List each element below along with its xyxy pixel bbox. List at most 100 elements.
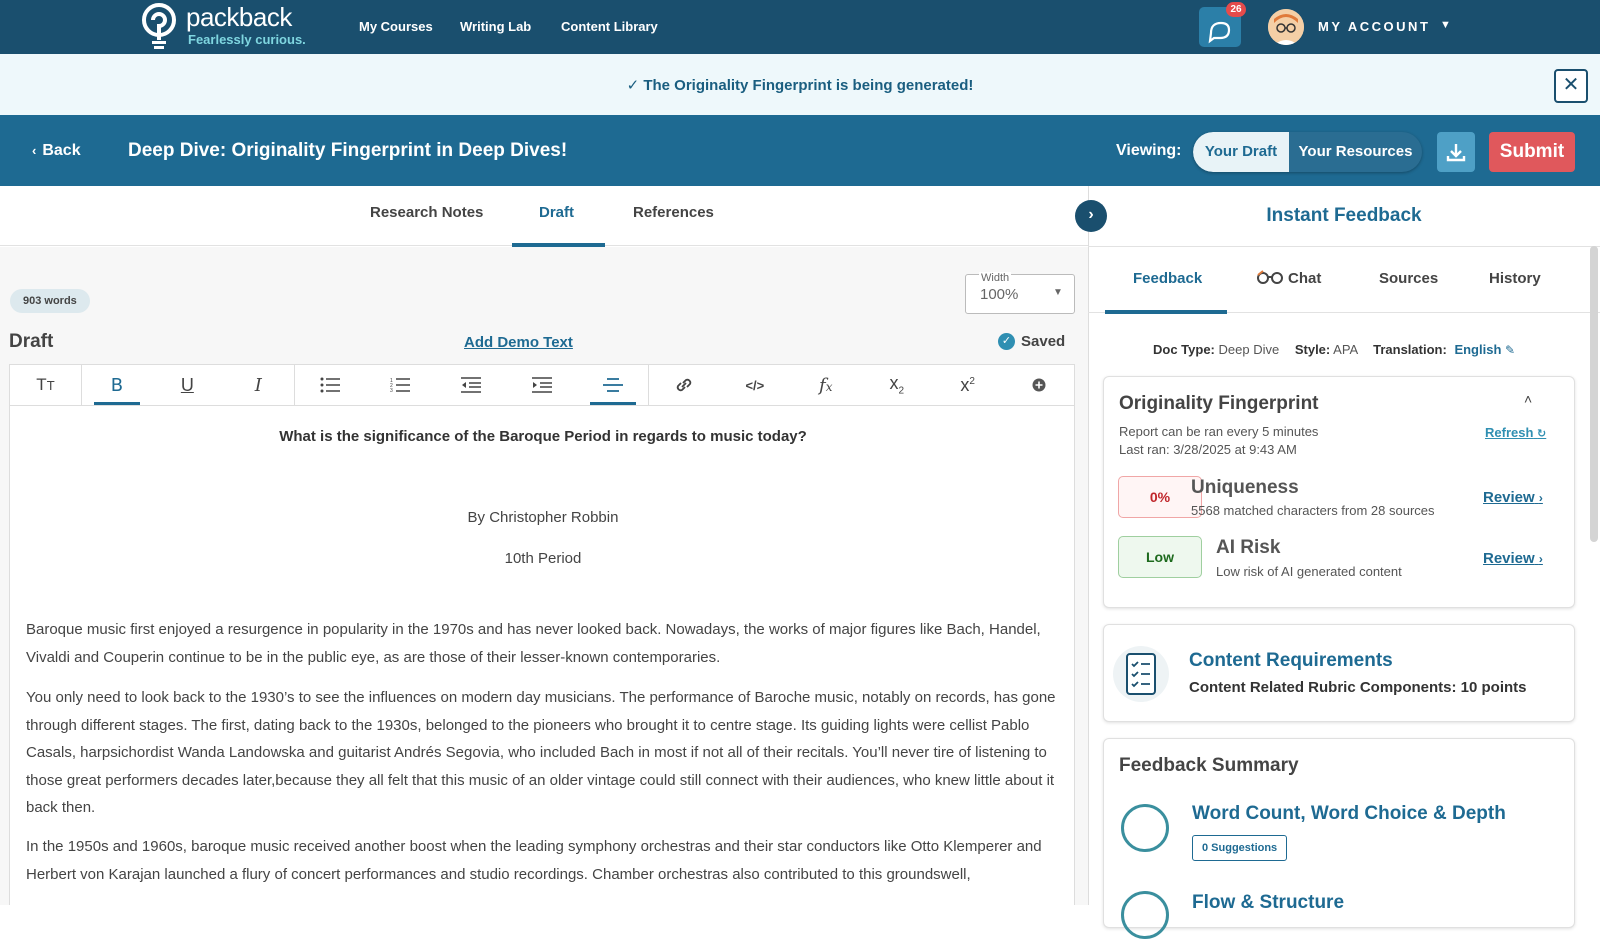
close-icon[interactable]: ✕ bbox=[1554, 69, 1588, 103]
submit-button[interactable]: Submit bbox=[1489, 132, 1575, 172]
packback-logo[interactable]: packback Fearlessly curious. bbox=[140, 3, 306, 51]
nav-content-library[interactable]: Content Library bbox=[561, 19, 658, 34]
numbered-list-icon: 123 bbox=[390, 378, 411, 393]
caret-down-icon[interactable]: ▼ bbox=[1440, 19, 1451, 31]
numbered-list-button[interactable]: 123 bbox=[365, 365, 436, 405]
tab-references[interactable]: References bbox=[633, 204, 714, 221]
tab-history[interactable]: History bbox=[1489, 270, 1541, 287]
page-title: Deep Dive: Originality Fingerprint in De… bbox=[128, 140, 568, 161]
content-requirements-detail: Content Related Rubric Components: 10 po… bbox=[1189, 679, 1527, 696]
chevron-left-icon: ‹ bbox=[32, 143, 37, 158]
status-banner: ✓ The Originality Fingerprint is being g… bbox=[0, 54, 1600, 115]
width-select-value: 100% bbox=[980, 286, 1019, 303]
pencil-icon[interactable]: ✎ bbox=[1505, 343, 1515, 357]
draft-paragraph: You only need to look back to the 1930’s… bbox=[26, 689, 1056, 816]
panel-scrollbar[interactable] bbox=[1590, 246, 1598, 542]
word-count-badge: 903 words bbox=[10, 289, 90, 313]
outdent-icon bbox=[461, 377, 482, 393]
download-icon bbox=[1446, 144, 1466, 162]
formatting-toolbar: TT B U I 123 </> fx x2 x2 bbox=[9, 364, 1075, 406]
nav-my-courses[interactable]: My Courses bbox=[359, 19, 433, 34]
refresh-button[interactable]: Refresh ↻ bbox=[1485, 425, 1546, 440]
tab-draft[interactable]: Draft bbox=[539, 204, 574, 221]
bold-icon: B bbox=[110, 374, 124, 396]
uniqueness-detail: 5568 matched characters from 28 sources bbox=[1191, 503, 1435, 518]
draft-document[interactable]: What is the significance of the Baroque … bbox=[9, 406, 1075, 905]
download-button[interactable] bbox=[1437, 132, 1475, 172]
code-button[interactable]: </> bbox=[719, 365, 790, 405]
glasses-icon bbox=[1257, 270, 1283, 284]
tab-chat[interactable]: Chat bbox=[1256, 270, 1321, 287]
review-ai-risk-link[interactable]: Review › bbox=[1483, 550, 1543, 567]
underline-icon: U bbox=[180, 374, 194, 395]
back-button[interactable]: ‹ Back bbox=[32, 142, 81, 160]
svg-text:3: 3 bbox=[390, 388, 393, 393]
more-options-button[interactable] bbox=[1003, 365, 1074, 405]
style-value: APA bbox=[1333, 342, 1358, 357]
width-select-label: Width bbox=[979, 272, 1012, 284]
banner-message: ✓ The Originality Fingerprint is being g… bbox=[626, 77, 974, 94]
feedback-summary-card: Feedback Summary Word Count, Word Choice… bbox=[1103, 738, 1575, 939]
draft-author: By Christopher Robbin bbox=[467, 509, 619, 526]
nav-writing-lab[interactable]: Writing Lab bbox=[460, 19, 531, 34]
ai-risk-score: Low bbox=[1118, 536, 1202, 578]
progress-ring-icon bbox=[1121, 891, 1169, 939]
style-label: Style: bbox=[1294, 342, 1331, 357]
feedback-category[interactable]: Word Count, Word Choice & Depth bbox=[1192, 803, 1506, 825]
content-requirements-title: Content Requirements bbox=[1189, 650, 1393, 671]
last-ran: Last ran: 3/28/2025 at 9:43 AM bbox=[1119, 442, 1297, 457]
lightbulb-logo-icon bbox=[142, 3, 176, 49]
bulleted-list-button[interactable] bbox=[293, 365, 365, 405]
review-label: Review bbox=[1483, 550, 1535, 567]
avatar[interactable] bbox=[1268, 9, 1304, 45]
italic-button[interactable]: I bbox=[223, 365, 294, 405]
my-account-menu[interactable]: MY ACCOUNT bbox=[1318, 19, 1430, 34]
view-your-draft-button[interactable]: Your Draft bbox=[1193, 132, 1289, 172]
tab-chat-label: Chat bbox=[1288, 270, 1322, 287]
add-demo-text-link[interactable]: Add Demo Text bbox=[464, 334, 573, 351]
chevron-up-icon[interactable]: ˄ bbox=[1524, 391, 1532, 407]
indent-button[interactable] bbox=[507, 365, 578, 405]
tab-research-notes[interactable]: Research Notes bbox=[370, 204, 483, 221]
tab-sources[interactable]: Sources bbox=[1379, 270, 1438, 287]
uniqueness-title: Uniqueness bbox=[1191, 477, 1299, 498]
plus-circle-icon bbox=[1032, 378, 1046, 392]
text-size-button[interactable]: TT bbox=[10, 365, 81, 405]
save-status: ✓ Saved bbox=[998, 333, 1065, 350]
bold-button[interactable]: B bbox=[80, 365, 152, 405]
draft-question: What is the significance of the Baroque … bbox=[279, 428, 807, 445]
ai-risk-detail: Low risk of AI generated content bbox=[1216, 564, 1402, 579]
feedback-summary-title: Feedback Summary bbox=[1119, 755, 1299, 776]
feedback-category[interactable]: Flow & Structure bbox=[1192, 892, 1344, 914]
superscript-icon: x2 bbox=[960, 374, 975, 395]
chevron-right-icon: › bbox=[1538, 491, 1543, 505]
back-label: Back bbox=[42, 142, 81, 159]
tab-feedback[interactable]: Feedback bbox=[1133, 270, 1202, 287]
draft-paragraph: In the 1950s and 1960s, baroque music re… bbox=[26, 838, 1042, 883]
italic-icon: I bbox=[254, 374, 262, 396]
subscript-button[interactable]: x2 bbox=[861, 365, 932, 405]
refresh-icon: ↻ bbox=[1537, 428, 1547, 440]
view-toggle: Your Draft Your Resources bbox=[1193, 132, 1422, 172]
review-uniqueness-link[interactable]: Review › bbox=[1483, 489, 1543, 506]
translation-value[interactable]: English bbox=[1454, 342, 1501, 357]
link-button[interactable] bbox=[648, 365, 719, 405]
align-center-button[interactable] bbox=[578, 365, 649, 405]
draft-period: 10th Period bbox=[504, 550, 582, 567]
subscript-icon: x2 bbox=[889, 373, 904, 397]
formula-button[interactable]: fx bbox=[790, 365, 861, 405]
superscript-button[interactable]: x2 bbox=[932, 365, 1003, 405]
width-select[interactable]: Width 100% ▼ bbox=[965, 272, 1075, 314]
view-your-resources-button[interactable]: Your Resources bbox=[1289, 132, 1422, 172]
translation-label: Translation: bbox=[1373, 342, 1447, 357]
doc-type-label: Doc Type: bbox=[1153, 342, 1215, 357]
refresh-label: Refresh bbox=[1485, 425, 1534, 440]
document-meta: Doc Type: Deep Dive Style: APA Translati… bbox=[1153, 342, 1515, 357]
content-requirements-card[interactable]: Content Requirements Content Related Rub… bbox=[1103, 624, 1575, 722]
align-center-icon bbox=[602, 378, 623, 392]
underline-button[interactable]: U bbox=[152, 365, 223, 405]
notification-count-badge: 26 bbox=[1226, 2, 1246, 17]
outdent-button[interactable] bbox=[436, 365, 507, 405]
review-label: Review bbox=[1483, 489, 1535, 506]
suggestions-badge: 0 Suggestions bbox=[1192, 835, 1288, 861]
